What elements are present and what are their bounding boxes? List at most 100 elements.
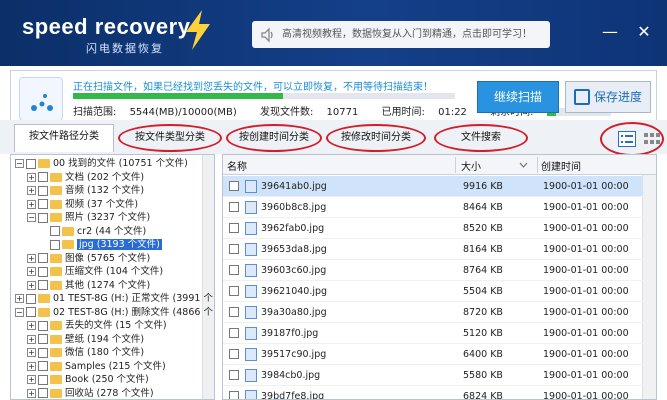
continue-scan-button[interactable]: 继续扫描 [477, 81, 559, 113]
tree-node[interactable]: + 壁纸 (194 个文件) [27, 333, 144, 346]
expand-toggle[interactable]: + [27, 199, 36, 209]
tree-node[interactable]: + 压缩文件 (104 个文件) [27, 265, 163, 278]
expand-toggle[interactable]: + [27, 280, 36, 290]
tree-node-label: 壁纸 [65, 333, 85, 345]
tree-node[interactable]: jpg (3193 个文件) [39, 238, 162, 251]
tree-node-count: (15 个文件) [115, 320, 167, 331]
file-row[interactable]: 3962fab0.jpg 8520 KB 1900-01-01 00:00 [223, 218, 643, 239]
expand-toggle[interactable]: + [27, 348, 36, 357]
tree-node[interactable]: + 回收站 (278 个文件) [27, 387, 154, 400]
tree-node[interactable]: cr2 (44 个文件) [39, 225, 146, 238]
tree-checkbox[interactable] [38, 199, 48, 209]
file-row[interactable]: 39517c90.jpg 6400 KB 1900-01-01 00:00 [223, 344, 643, 365]
tab-by-created[interactable]: 按创建时间分类 [226, 124, 322, 152]
column-created[interactable]: 创建时间 [541, 158, 581, 173]
expand-toggle[interactable]: + [27, 186, 36, 195]
tree-checkbox[interactable] [38, 212, 48, 223]
folder-icon [50, 199, 62, 209]
image-file-icon [245, 306, 257, 319]
tree-checkbox[interactable] [50, 239, 60, 250]
file-checkbox[interactable] [229, 391, 239, 399]
tree-node[interactable]: − 照片 (3237 个文件) [27, 211, 150, 224]
tree-checkbox[interactable] [38, 172, 48, 182]
expand-toggle[interactable]: + [27, 267, 36, 276]
file-row[interactable]: 39621040.jpg 5504 KB 1900-01-01 00:00 [223, 281, 643, 302]
file-row[interactable]: 39653da8.jpg 8164 KB 1900-01-01 00:00 [223, 239, 643, 260]
tree-node[interactable]: + 微信 (180 个文件) [27, 346, 144, 359]
save-progress-button[interactable]: 保存进度 [565, 81, 651, 113]
tab-by-modified[interactable]: 按修改时间分类 [326, 124, 426, 152]
expand-toggle[interactable]: + [27, 361, 36, 371]
tree-checkbox[interactable] [26, 158, 36, 169]
file-created: 1900-01-01 00:00 [543, 265, 629, 276]
expand-toggle[interactable]: + [27, 253, 36, 263]
file-checkbox[interactable] [229, 181, 239, 191]
file-row[interactable]: 39641ab0.jpg 9916 KB 1900-01-01 00:00 [223, 176, 643, 197]
list-view-icon[interactable] [618, 131, 636, 147]
tree-node-label: 文档 [65, 171, 85, 183]
tree-node[interactable]: − 00 找到的文件 (10751 个文件) [15, 157, 188, 170]
file-checkbox[interactable] [229, 265, 239, 275]
tab-file-search[interactable]: 文件搜索 [434, 124, 528, 152]
file-row[interactable]: 39603c60.jpg 8764 KB 1900-01-01 00:00 [223, 260, 643, 281]
tree-node[interactable]: + Book (250 个文件) [27, 373, 149, 386]
help-banner[interactable]: 高清视频教程，数据恢复从入门到精通，点击即可学习！ [252, 21, 550, 48]
file-checkbox[interactable] [229, 202, 239, 212]
expand-toggle[interactable]: + [15, 294, 24, 303]
file-list-scrollbar[interactable] [642, 175, 656, 399]
tree-node[interactable]: − 02 TEST-8G (H:) 删除文件 (4866 个 [15, 306, 213, 319]
file-checkbox[interactable] [229, 223, 239, 233]
tree-node-count: (3991 个 [172, 293, 213, 304]
file-checkbox[interactable] [229, 286, 239, 296]
tree-node[interactable]: + 图像 (5765 个文件) [27, 252, 150, 265]
tree-checkbox[interactable] [38, 334, 48, 344]
file-checkbox[interactable] [229, 349, 239, 359]
tree-checkbox[interactable] [50, 226, 60, 236]
tab-by-path[interactable]: 按文件路径分类 [14, 124, 114, 152]
tree-node[interactable]: + 丢失的文件 (15 个文件) [27, 319, 167, 332]
tree-node[interactable]: + Samples (215 个文件) [27, 360, 166, 373]
file-row[interactable]: 3960b8c8.jpg 8464 KB 1900-01-01 00:00 [223, 197, 643, 218]
file-checkbox[interactable] [229, 307, 239, 317]
expand-toggle[interactable]: − [27, 213, 36, 222]
tree-checkbox[interactable] [38, 388, 48, 398]
tree-node[interactable]: + 视频 (37 个文件) [27, 198, 138, 211]
expand-toggle[interactable]: − [15, 307, 24, 317]
tree-node[interactable]: +01 TEST-8G (H:) 正常文件 (3991 个 [15, 292, 213, 305]
tree-checkbox[interactable] [38, 320, 48, 331]
tree-checkbox[interactable] [38, 347, 48, 358]
expand-toggle[interactable]: − [15, 159, 24, 168]
tree-checkbox[interactable] [38, 280, 48, 290]
tree-node[interactable]: + 其他 (1274 个文件) [27, 279, 150, 292]
column-name[interactable]: 名称 [227, 158, 247, 173]
file-checkbox[interactable] [229, 370, 239, 380]
tree-scrollbar[interactable] [202, 155, 214, 399]
folder-tree[interactable]: − 00 找到的文件 (10751 个文件) + 文档 (202 个文件) + 音频 (1… [10, 154, 215, 400]
tree-checkbox[interactable] [38, 266, 48, 277]
file-checkbox[interactable] [229, 244, 239, 254]
tree-checkbox[interactable] [38, 185, 48, 196]
file-row[interactable]: 3984cb0.jpg 5580 KB 1900-01-01 00:00 [223, 365, 643, 386]
file-row[interactable]: 39187f0.jpg 5120 KB 1900-01-01 00:00 [223, 323, 643, 344]
tree-checkbox[interactable] [38, 361, 48, 371]
expand-toggle[interactable]: + [27, 388, 36, 398]
grid-view-icon[interactable] [642, 131, 660, 147]
expand-toggle[interactable]: + [27, 375, 36, 384]
close-button[interactable]: ✕ [634, 22, 654, 42]
tree-checkbox[interactable] [38, 374, 48, 385]
tree-node[interactable]: + 文档 (202 个文件) [27, 171, 144, 184]
tree-checkbox[interactable] [26, 293, 36, 304]
expand-toggle[interactable]: + [27, 172, 36, 182]
tree-checkbox[interactable] [38, 253, 48, 263]
file-row[interactable]: 39a30a80.jpg 8720 KB 1900-01-01 00:00 [223, 302, 643, 323]
tree-checkbox[interactable] [26, 307, 36, 317]
expand-toggle[interactable]: + [27, 334, 36, 344]
file-row[interactable]: 39bd7fe8.jpg 6824 KB 1900-01-01 00:00 [223, 386, 643, 399]
tab-by-type[interactable]: 按文件类型分类 [118, 124, 222, 152]
file-size: 5580 KB [463, 370, 503, 381]
minimize-button[interactable]: — [600, 22, 620, 42]
column-size[interactable]: 大小 [461, 158, 481, 173]
file-checkbox[interactable] [229, 328, 239, 338]
expand-toggle[interactable]: + [27, 321, 36, 330]
tree-node[interactable]: + 音频 (132 个文件) [27, 184, 144, 197]
